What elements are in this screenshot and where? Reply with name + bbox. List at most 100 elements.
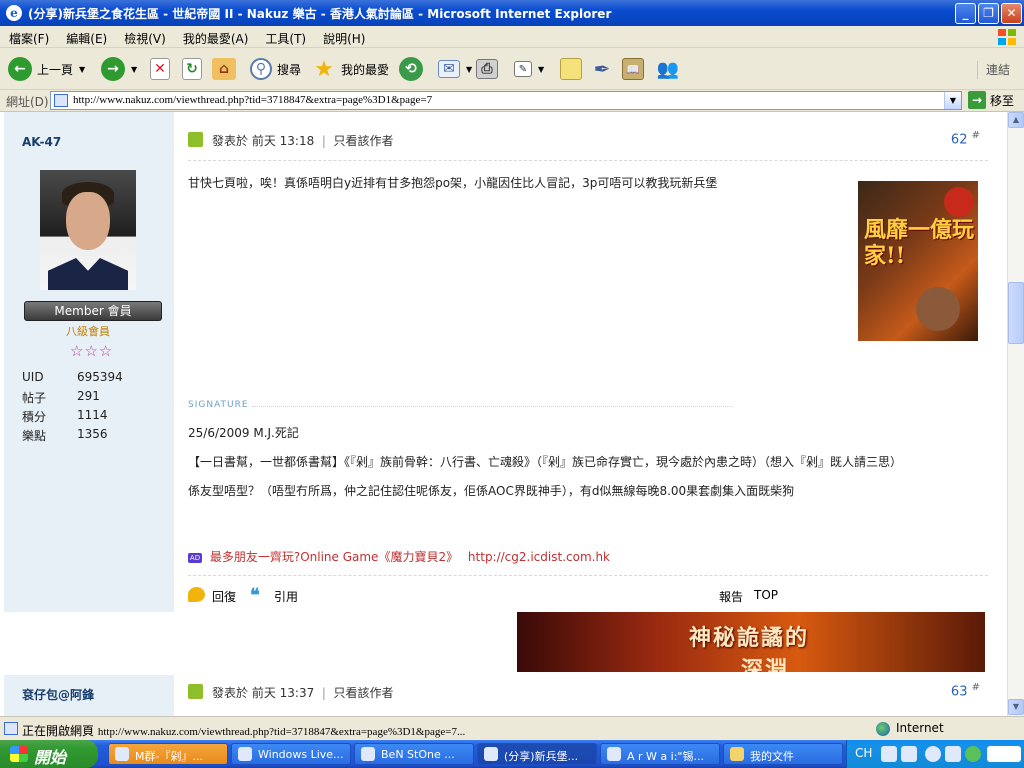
chevron-down-icon[interactable]: ▼	[538, 65, 544, 74]
minimize-button[interactable]: _	[955, 3, 976, 24]
vertical-scrollbar[interactable]: ▲ ▼	[1007, 112, 1024, 716]
text-ad: AD 最多朋友一齊玩?Online Game《魔力寶貝2》 http://cg2…	[188, 548, 610, 565]
stop-button[interactable]: ✕	[150, 54, 170, 84]
menu-file[interactable]: 檔案(F)	[0, 26, 57, 48]
page-loading-icon	[4, 722, 18, 735]
language-indicator[interactable]: CH	[855, 746, 872, 760]
taskbar-item[interactable]: BeN StOne ...	[354, 743, 474, 765]
signature-label: SIGNATURE	[188, 400, 249, 410]
people-icon: 👥	[656, 58, 680, 80]
taskbar-item[interactable]: A r W a i:"锡...	[600, 743, 720, 765]
post-author-panel: 袞仔包@阿鋒	[4, 675, 174, 716]
discuss-button[interactable]	[560, 54, 582, 84]
post-meta: 發表於 前天 13:37 | 只看該作者	[212, 686, 394, 700]
address-url[interactable]: http://www.nakuz.com/viewthread.php?tid=…	[73, 94, 432, 106]
back-arrow-icon: ←	[8, 57, 32, 81]
signature-line: 【一日書幫，一世都係書幫】《『剁』族前骨幹：八行書、亡魂殺》（『剁』族已命存實亡…	[188, 455, 903, 469]
quill-icon: ✒	[593, 57, 611, 81]
signature-line: 係友型唔型？（唔型冇所爲，仲之記住認住呢係友，佢係AOC界既神手），有d似無線每…	[188, 484, 795, 498]
taskbar-item[interactable]: (分享)新兵堡...	[477, 743, 597, 765]
ad-url-link[interactable]: http://cg2.icdist.com.hk	[468, 550, 610, 564]
post-header: 發表於 前天 13:18 | 只看該作者 62 #	[188, 130, 988, 150]
messenger-icon	[115, 747, 129, 761]
avatar[interactable]	[40, 170, 136, 290]
menu-help[interactable]: 說明(H)	[314, 26, 373, 48]
note-icon	[560, 58, 582, 80]
print-button[interactable]: ⎙	[476, 54, 498, 84]
reply-icon[interactable]	[188, 587, 205, 602]
start-button[interactable]: 開始	[0, 740, 98, 768]
post-icon	[188, 132, 203, 147]
menu-tools[interactable]: 工具(T)	[256, 26, 314, 48]
chevron-down-icon[interactable]: ▼	[131, 65, 137, 74]
menu-view[interactable]: 檢視(V)	[115, 26, 174, 48]
author-only-link[interactable]: 只看該作者	[334, 134, 394, 148]
mail-icon: ✉	[438, 60, 460, 78]
top-link[interactable]: TOP	[754, 588, 778, 602]
volume-icon[interactable]	[945, 746, 961, 762]
contacts-button[interactable]: 👥	[656, 54, 680, 84]
ad-link[interactable]: 最多朋友一齊玩?Online Game《魔力寶貝2》	[210, 550, 458, 564]
taskbar-item[interactable]: M群-『剁』...	[108, 743, 228, 765]
close-button[interactable]: ✕	[1001, 3, 1022, 24]
search-button[interactable]: ⚲ 搜尋	[250, 54, 301, 84]
mail-button[interactable]: ✉ ▼	[438, 54, 472, 84]
post-header: 發表於 前天 13:37 | 只看該作者 63 #	[188, 682, 988, 702]
search-label: 搜尋	[277, 62, 302, 77]
forward-button[interactable]: → ▼	[101, 54, 137, 84]
nakuz-logo-icon[interactable]	[987, 746, 1021, 762]
address-dropdown-icon[interactable]: ▼	[944, 92, 961, 109]
quote-icon[interactable]: ❝	[250, 585, 260, 606]
side-ad-image[interactable]: 風靡一億玩家!!	[858, 181, 978, 341]
scroll-up-icon[interactable]: ▲	[1008, 112, 1024, 128]
toolbar: ← 上一頁 ▼ → ▼ ✕ ↻ ⌂ ⚲ 搜尋 ★ 我的最愛 ⟲ ✉ ▼ ⎙ ✎ …	[0, 48, 1024, 90]
links-label[interactable]: 連結	[976, 61, 1010, 79]
history-button[interactable]: ⟲	[399, 54, 423, 84]
messenger-button[interactable]: ✒	[590, 54, 614, 84]
status-text: 正在開啟網頁 http://www.nakuz.com/viewthread.p…	[22, 724, 466, 738]
home-button[interactable]: ⌂	[212, 54, 236, 84]
back-button[interactable]: ← 上一頁 ▼	[8, 54, 85, 84]
reply-button[interactable]: 回復	[212, 588, 236, 605]
author-name[interactable]: 袞仔包@阿鋒	[22, 686, 94, 703]
stat-coins: 樂點 1356	[22, 427, 108, 443]
title-bar: e (分享)新兵堡之食花生區 - 世紀帝國 II - Nakuz 樂古 - 香港…	[0, 0, 1024, 26]
chevron-down-icon[interactable]: ▼	[466, 65, 472, 74]
address-label: 網址(D)	[6, 95, 49, 109]
quote-button[interactable]: 引用	[274, 588, 298, 605]
banner-ad[interactable]: 神秘詭譎的 深淵	[517, 612, 985, 672]
floor-number[interactable]: 63 #	[951, 682, 980, 699]
go-button[interactable]: → 移至	[968, 91, 1014, 109]
taskbar-item[interactable]: Windows Live...	[231, 743, 351, 765]
favorites-button[interactable]: ★ 我的最愛	[312, 54, 389, 84]
research-button[interactable]: 📖	[622, 54, 644, 84]
forward-arrow-icon: →	[101, 57, 125, 81]
network-icon[interactable]	[965, 746, 981, 762]
edit-button[interactable]: ✎ ▼	[514, 54, 544, 84]
folder-icon	[730, 747, 744, 761]
menu-favorites[interactable]: 我的最愛(A)	[174, 26, 257, 48]
scroll-thumb[interactable]	[1008, 282, 1024, 344]
menu-edit[interactable]: 編輯(E)	[57, 26, 115, 48]
divider	[188, 160, 988, 161]
author-only-link[interactable]: 只看該作者	[334, 686, 394, 700]
search-icon: ⚲	[250, 58, 272, 80]
keyboard-icon[interactable]	[881, 746, 897, 762]
back-icon[interactable]	[925, 746, 941, 762]
author-name[interactable]: AK-47	[22, 135, 61, 149]
report-link[interactable]: 報告	[719, 588, 743, 605]
messenger-icon	[361, 747, 375, 761]
help-icon[interactable]	[901, 746, 917, 762]
refresh-button[interactable]: ↻	[182, 54, 202, 84]
chevron-down-icon[interactable]: ▼	[79, 65, 85, 74]
maximize-button[interactable]: ❐	[978, 3, 999, 24]
member-badge: Member 會員	[24, 301, 162, 321]
taskbar-item[interactable]: 我的文件	[723, 743, 843, 765]
favorites-label: 我的最愛	[341, 62, 390, 77]
address-input[interactable]: http://www.nakuz.com/viewthread.php?tid=…	[50, 91, 962, 110]
floor-number[interactable]: 62 #	[951, 130, 980, 147]
messenger-icon	[238, 747, 252, 761]
scroll-down-icon[interactable]: ▼	[1008, 699, 1024, 715]
ad-badge-icon: AD	[188, 552, 202, 563]
windows-logo-icon	[998, 29, 1016, 45]
